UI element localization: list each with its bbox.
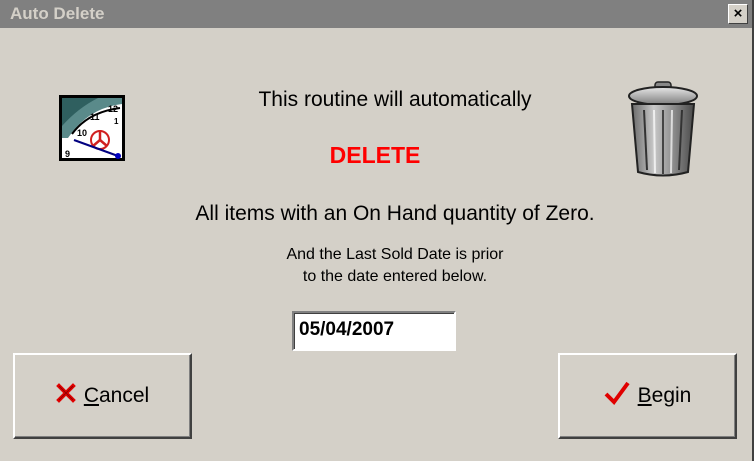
date-criteria-line2: to the date entered below. [302,268,488,285]
cancel-button[interactable]: Cancel [13,353,192,439]
intro-text: This routine will automatically [258,88,532,111]
cancel-label: Cancel [83,384,150,407]
begin-button[interactable]: Begin [558,353,737,439]
clock-icon: 11 12 10 9 1 [59,95,125,161]
close-button[interactable]: × [728,4,748,24]
auto-delete-dialog: Auto Delete × 11 12 10 9 1 This routine … [0,0,754,461]
date-field[interactable] [292,311,456,351]
begin-label: Begin [637,384,692,407]
date-input[interactable] [294,313,449,347]
svg-text:1: 1 [114,117,119,126]
red-x-icon [55,383,76,409]
svg-text:10: 10 [77,128,87,138]
date-criteria-text: And the Last Sold Date is prior to the d… [150,244,640,288]
svg-text:11: 11 [90,112,100,122]
window-title: Auto Delete [10,4,105,23]
close-icon: × [733,5,743,22]
delete-label: DELETE [329,142,421,168]
svg-text:12: 12 [108,104,118,114]
title-bar: Auto Delete × [0,0,752,28]
date-criteria-line1: And the Last Sold Date is prior [286,246,504,263]
criteria-text: All items with an On Hand quantity of Ze… [195,202,595,225]
red-checkmark-icon [604,380,630,412]
svg-text:9: 9 [65,149,70,159]
